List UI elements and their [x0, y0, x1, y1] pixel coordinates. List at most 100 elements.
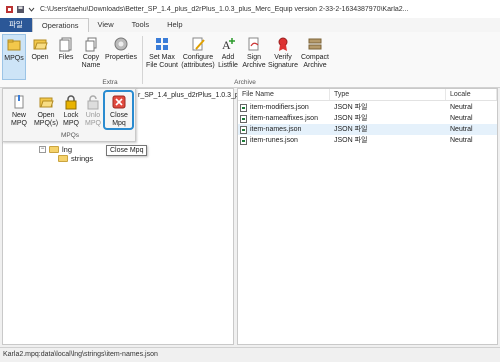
- open-mpqs-button[interactable]: Open MPQ(s): [33, 92, 59, 130]
- tree-label-lng: lng: [62, 145, 73, 154]
- add-icon: A: [220, 36, 236, 52]
- unlock-mpq-label-2: MPQ: [85, 120, 101, 127]
- file-locale: Neutral: [450, 126, 473, 133]
- column-header-locale[interactable]: Locale: [446, 89, 497, 100]
- configure-label-1: Configure: [182, 54, 214, 61]
- files-label: Files: [58, 54, 74, 61]
- file-list-pane: File Name Type Locale item-modifiers.jso…: [237, 88, 498, 345]
- folder-icon: [58, 155, 68, 162]
- configure-button[interactable]: Configure (attributes): [180, 34, 216, 80]
- add-listfile-label-2: Listfile: [218, 62, 238, 69]
- properties-label: Properties: [105, 54, 137, 61]
- tree-root-label[interactable]: r_SP_1.4_plus_d2rPlus_1.0.3_pl: [138, 92, 240, 99]
- mpqs-group-label: MPQs: [60, 132, 80, 139]
- mpqs-button[interactable]: MPQs: [2, 34, 26, 80]
- status-bar: Karla2.mpq:data\local\lng\strings\item-n…: [0, 347, 500, 362]
- close-mpq-highlight: [103, 90, 134, 130]
- new-mpq-label-1: New: [11, 112, 26, 119]
- json-file-icon: [240, 136, 247, 145]
- verify-signature-label-2: Signature: [268, 62, 298, 69]
- collapse-icon[interactable]: −: [39, 146, 46, 153]
- open-label: Open: [31, 54, 49, 61]
- ribbon-seal-icon: [275, 36, 291, 52]
- open-mpqs-label-1: Open: [37, 112, 55, 119]
- lock-mpq-label-2: MPQ: [63, 120, 79, 127]
- file-type: JSON 파일: [334, 126, 368, 133]
- file-list-header: File Name Type Locale: [238, 89, 497, 101]
- unlock-mpq-button[interactable]: Unlo MPQ: [83, 92, 103, 130]
- column-header-type[interactable]: Type: [330, 89, 446, 100]
- open-folder-icon: [32, 36, 48, 52]
- file-type: JSON 파일: [334, 104, 368, 111]
- pencil-icon: [190, 36, 206, 52]
- chevron-down-icon[interactable]: [27, 5, 36, 14]
- files-button[interactable]: Files: [54, 34, 78, 80]
- file-row[interactable]: item-nameaffixes.json JSON 파일 Neutral: [238, 113, 497, 124]
- file-row-selected[interactable]: item-names.json JSON 파일 Neutral: [238, 124, 497, 135]
- compact-archive-button[interactable]: Compact Archive: [299, 34, 331, 80]
- sign-icon: [246, 36, 262, 52]
- file-row[interactable]: item-modifiers.json JSON 파일 Neutral: [238, 102, 497, 113]
- tab-tools[interactable]: Tools: [123, 18, 159, 32]
- lock-mpq-button[interactable]: Lock MPQ: [60, 92, 82, 130]
- tree-node-lng[interactable]: − lng: [39, 145, 72, 154]
- tooltip: Close Mpq: [106, 145, 148, 156]
- sign-archive-button[interactable]: Sign Archive: [241, 34, 267, 80]
- archive-group-label: Archive: [234, 79, 256, 86]
- ribbon-tabs: 파일 Operations View Tools Help: [0, 18, 500, 32]
- configure-label-2: (attributes): [181, 62, 215, 69]
- tree-node-strings[interactable]: strings: [58, 154, 93, 163]
- unlock-mpq-label-1: Unlo: [85, 112, 101, 119]
- file-locale: Neutral: [450, 137, 473, 144]
- properties-button[interactable]: Properties: [104, 34, 138, 80]
- tree-label-strings: strings: [71, 154, 94, 163]
- quick-access-toolbar: [0, 5, 40, 14]
- app-icon: [5, 5, 14, 14]
- tab-help[interactable]: Help: [158, 18, 191, 32]
- set-max-label-2: File Count: [146, 62, 178, 69]
- file-type: JSON 파일: [334, 115, 368, 122]
- compact-archive-label-1: Compact: [300, 54, 329, 61]
- lock-icon: [63, 94, 79, 110]
- tab-file[interactable]: 파일: [0, 18, 32, 32]
- sign-archive-label-1: Sign: [246, 54, 261, 61]
- json-file-icon: [240, 114, 247, 123]
- copy-name-label-2: Name: [81, 62, 101, 69]
- properties-icon: [113, 36, 129, 52]
- ribbon-separator: [142, 36, 143, 84]
- copy-name-label-1: Copy: [82, 54, 100, 61]
- file-locale: Neutral: [450, 115, 473, 122]
- verify-signature-button[interactable]: Verify Signature: [268, 34, 298, 80]
- save-icon[interactable]: [16, 5, 25, 14]
- open-button[interactable]: Open: [28, 34, 52, 80]
- set-max-label-1: Set Max: [149, 54, 175, 61]
- sign-archive-label-2: Archive: [242, 62, 266, 69]
- open-folder-icon: [38, 94, 54, 110]
- tab-operations[interactable]: Operations: [31, 18, 89, 32]
- file-row[interactable]: item-runes.json JSON 파일 Neutral: [238, 135, 497, 146]
- column-header-file-name[interactable]: File Name: [238, 89, 330, 100]
- file-locale: Neutral: [450, 104, 473, 111]
- tab-view[interactable]: View: [89, 18, 123, 32]
- copy-name-button[interactable]: Copy Name: [80, 34, 102, 80]
- new-file-icon: [11, 94, 27, 110]
- grid-icon: [154, 36, 170, 52]
- mpqs-label: MPQs: [4, 55, 24, 62]
- extra-group-label: Extra: [102, 79, 118, 86]
- files-icon: [58, 36, 74, 52]
- lock-mpq-label-1: Lock: [63, 112, 79, 119]
- add-listfile-button[interactable]: A Add Listfile: [216, 34, 240, 80]
- set-max-file-count-button[interactable]: Set Max File Count: [145, 34, 179, 80]
- file-name: item-runes.json: [250, 137, 298, 144]
- ribbon: MPQs Open Files Copy Name Properties Ext…: [0, 32, 500, 88]
- folder-icon: [49, 146, 59, 153]
- window-title: C:\Users\taehu\Downloads\Better_SP_1.4_p…: [40, 5, 409, 13]
- mpq-folder-icon: [6, 37, 22, 53]
- copy-icon: [83, 36, 99, 52]
- add-listfile-label-1: Add: [221, 54, 235, 61]
- file-name: item-modifiers.json: [250, 104, 309, 111]
- new-mpq-button[interactable]: New MPQ: [6, 92, 32, 130]
- file-name: item-nameaffixes.json: [250, 115, 318, 122]
- compact-archive-label-2: Archive: [303, 62, 327, 69]
- json-file-icon: [240, 103, 247, 112]
